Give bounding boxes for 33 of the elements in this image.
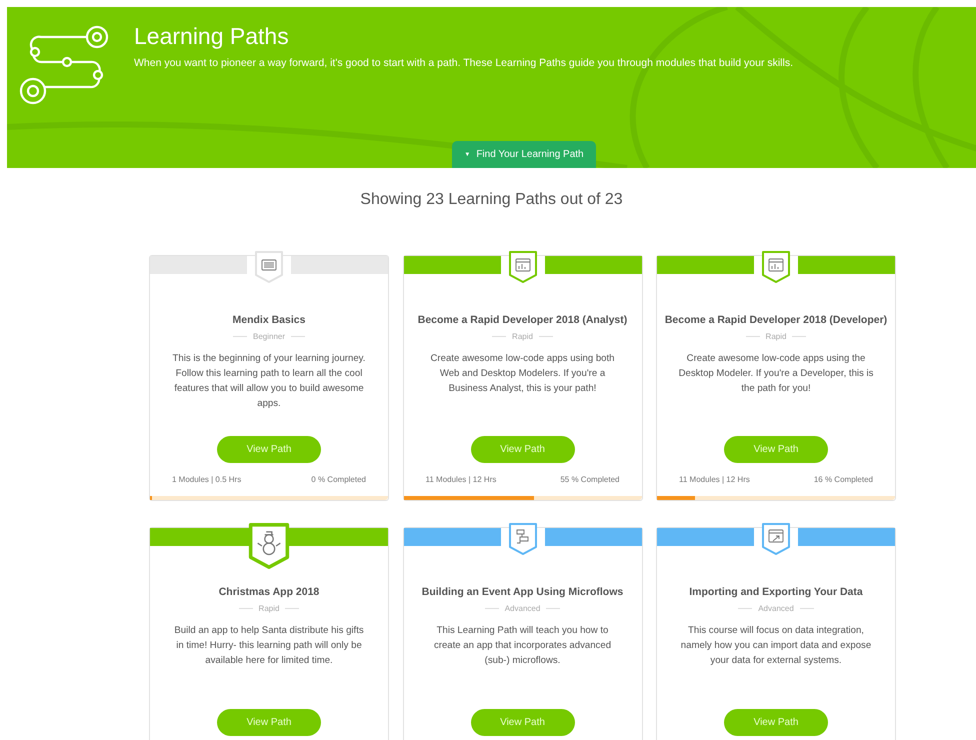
completion-text: 16 % Completed (814, 475, 873, 484)
page-title: Learning Paths (134, 23, 289, 50)
difficulty-label: Advanced (504, 604, 540, 613)
card-title: Importing and Exporting Your Data (688, 586, 864, 598)
module-count: 1 Modules | 0.5 Hrs (172, 475, 242, 484)
view-path-button[interactable]: View Path (217, 436, 321, 463)
card-title: Become a Rapid Developer 2018 (Analyst) (416, 314, 628, 326)
card-title: Become a Rapid Developer 2018 (Developer) (664, 314, 888, 326)
view-path-button[interactable]: View Path (217, 709, 321, 736)
page-subtitle: When you want to pioneer a way forward, it's good to start with a path. These Learning Paths guide you through modules that build your skills. (134, 57, 794, 69)
results-count: Showing 23 Learning Paths out of 23 (360, 191, 623, 208)
card-description: Create awesome low-code apps using the Desktop Modeler. If you're a Developer, this is the path for you! (678, 352, 874, 396)
completion-text: 0 % Completed (311, 475, 366, 484)
module-count: 11 Modules | 12 Hrs (679, 475, 750, 484)
completion-text: 55 % Completed (560, 475, 620, 484)
module-count: 11 Modules | 12 Hrs (426, 475, 496, 484)
difficulty-label: Rapid (766, 332, 786, 341)
view-path-button[interactable]: View Path (724, 709, 828, 736)
card-description: Create awesome low-code apps using both Web and Desktop Modelers. If you're a Business Analyst, this is your path! (430, 352, 616, 396)
difficulty-label: Rapid (258, 604, 280, 613)
card-title: Mendix Basics (232, 314, 306, 326)
card-description: This is the beginning of your learning journey. Follow this learning path to learn all the cool features that will allow you to build awesome apps. (172, 352, 366, 411)
card-description: This course will focus on data integration, namely how you can import data and expose your data for external systems. (680, 624, 872, 668)
difficulty-label: Beginner (252, 332, 286, 341)
difficulty-label: Advanced (758, 604, 794, 613)
view-path-button[interactable]: View Path (470, 709, 574, 736)
view-path-button[interactable]: View Path (470, 436, 574, 463)
view-path-button[interactable]: View Path (724, 436, 828, 463)
card-title: Christmas App 2018 (218, 586, 320, 598)
card-description: This Learning Path will teach you how to create an app that incorporates advanced (sub-) microflows. (432, 624, 612, 668)
card-title: Building an Event App Using Microflows (420, 586, 624, 598)
card-description: Build an app to help Santa distribute his gifts in time! Hurry- this learning path will only be available here for limited time. (173, 624, 365, 668)
difficulty-label: Rapid (512, 332, 533, 341)
